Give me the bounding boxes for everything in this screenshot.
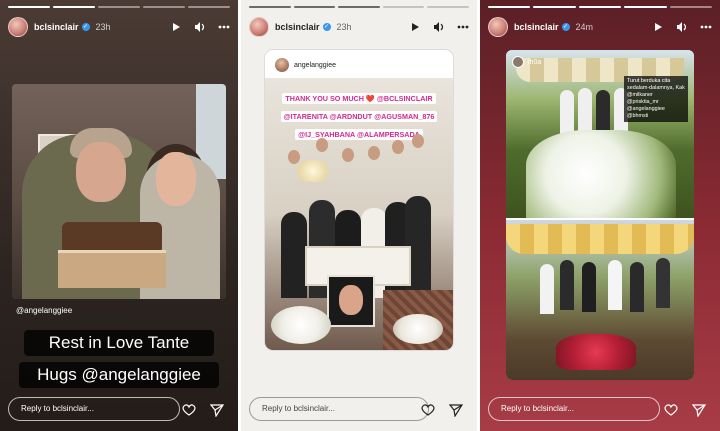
reply-input[interactable]: Reply to bclsinclair...: [249, 397, 429, 421]
mention-tag[interactable]: THANK YOU SO MUCH ❤️ @BCLSINCLAIR: [282, 93, 436, 104]
story-panel-2[interactable]: bclsinclair ✓ 23h angelanggiee THANK YOU…: [241, 0, 477, 431]
reply-input[interactable]: Reply to bclsinclair...: [488, 397, 660, 421]
shared-account-name[interactable]: ih0a: [528, 59, 541, 66]
shared-account-avatar[interactable]: [512, 56, 524, 68]
story-username[interactable]: bclsinclair: [514, 22, 559, 32]
play-icon[interactable]: [409, 21, 421, 33]
shared-account-name[interactable]: angelanggiee: [294, 62, 336, 69]
story-caption-line: Rest in Love Tante: [24, 330, 214, 356]
play-icon[interactable]: [652, 21, 664, 33]
volume-icon[interactable]: [433, 21, 445, 33]
story-header: bclsinclair ✓ 23h: [249, 16, 469, 38]
heart-icon[interactable]: [182, 403, 196, 417]
story-progress-bar: [249, 6, 469, 8]
mention-tag[interactable]: @ITARENITA @ARDNDUT @AGUSMAN_876: [280, 111, 438, 122]
verified-badge-icon: ✓: [81, 23, 90, 31]
story-timestamp: 24m: [575, 22, 594, 32]
story-username[interactable]: bclsinclair: [34, 22, 79, 32]
stories-composite: bclsinclair ✓ 23h @angelanggiee Rest in …: [0, 0, 720, 431]
more-icon[interactable]: [457, 21, 469, 33]
heart-icon[interactable]: [421, 403, 435, 417]
story-timestamp: 23h: [95, 22, 111, 32]
shared-account-avatar[interactable]: [275, 58, 289, 72]
story-panel-3[interactable]: bclsinclair ✓ 24m ih0a Turut berduka cit…: [480, 0, 720, 431]
story-panel-1[interactable]: bclsinclair ✓ 23h @angelanggiee Rest in …: [0, 0, 238, 431]
verified-badge-icon: ✓: [561, 23, 570, 31]
story-header: bclsinclair ✓ 24m: [488, 16, 712, 38]
mention-tag[interactable]: @IJ_SYAHBANA @ALAMPERSADA: [295, 129, 423, 140]
reshared-post-card[interactable]: ih0a Turut berduka cita sedalam-dalamnya…: [506, 50, 694, 380]
reshared-post-card[interactable]: angelanggiee THANK YOU SO MUCH ❤️ @BCLSI…: [265, 50, 453, 350]
story-timestamp: 23h: [336, 22, 352, 32]
heart-icon[interactable]: [664, 403, 678, 417]
avatar[interactable]: [249, 17, 269, 37]
story-username[interactable]: bclsinclair: [275, 22, 320, 32]
send-icon[interactable]: [210, 403, 224, 417]
chandelier: [293, 160, 333, 182]
avatar[interactable]: [8, 17, 28, 37]
play-icon[interactable]: [170, 21, 182, 33]
condolence-caption: Turut berduka cita sedalam-dalamnya, Kak…: [624, 76, 688, 122]
mention-tag[interactable]: @angelanggiee: [16, 306, 72, 315]
story-progress-bar: [488, 6, 713, 8]
send-icon[interactable]: [449, 403, 463, 417]
graveside-photo: [506, 220, 694, 380]
story-caption-mention[interactable]: Hugs @angelanggiee: [19, 362, 219, 388]
story-header: bclsinclair ✓ 23h: [8, 16, 230, 38]
story-progress-bar: [8, 6, 230, 8]
reply-input[interactable]: Reply to bclsinclair...: [8, 397, 180, 421]
send-icon[interactable]: [692, 403, 706, 417]
verified-badge-icon: ✓: [322, 23, 331, 31]
volume-icon[interactable]: [676, 21, 688, 33]
more-icon[interactable]: [218, 21, 230, 33]
story-photo-birthday: [12, 84, 226, 299]
volume-icon[interactable]: [194, 21, 206, 33]
more-icon[interactable]: [700, 21, 712, 33]
avatar[interactable]: [488, 17, 508, 37]
